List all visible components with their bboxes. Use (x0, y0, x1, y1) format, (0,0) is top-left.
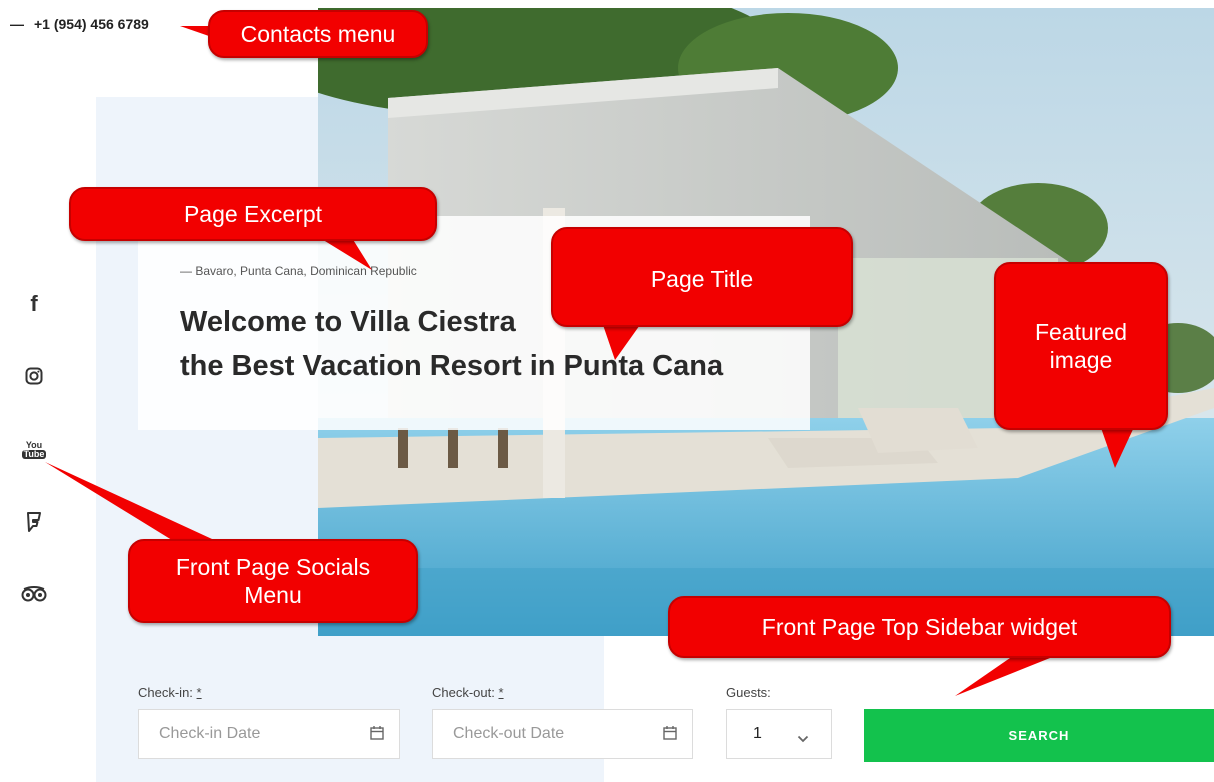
page-title-line-2: the Best Vacation Resort in Punta Cana (180, 350, 724, 382)
contacts-dash: — (10, 16, 24, 32)
contacts-menu[interactable]: — +1 (954) 456 6789 (10, 16, 149, 32)
guests-label: Guests: (726, 685, 771, 700)
callout-featured-image: Featured image (994, 262, 1168, 430)
callout-page-title: Page Title (551, 227, 853, 327)
search-button[interactable]: SEARCH (864, 709, 1214, 762)
page-excerpt: — Bavaro, Punta Cana, Dominican Republic (180, 264, 417, 278)
checkin-input[interactable] (139, 724, 341, 744)
facebook-icon[interactable]: f (18, 290, 50, 318)
guests-select[interactable]: 1 (726, 709, 832, 759)
contacts-phone-link[interactable]: +1 (954) 456 6789 (34, 16, 149, 32)
callout-page-excerpt: Page Excerpt (69, 187, 437, 241)
checkout-label: Check-out: * (432, 685, 504, 700)
checkin-required-mark: * (196, 685, 202, 700)
tripadvisor-icon[interactable] (18, 580, 50, 608)
callout-front-page-top-sidebar-widget: Front Page Top Sidebar widget (668, 596, 1171, 658)
calendar-icon[interactable] (662, 725, 678, 746)
calendar-icon[interactable] (369, 725, 385, 746)
youtube-icon[interactable]: You Tube (18, 436, 50, 464)
checkout-required-mark: * (498, 685, 504, 700)
guests-value: 1 (753, 725, 762, 742)
checkout-field[interactable] (432, 709, 693, 759)
callout-front-page-socials-menu: Front Page Socials Menu (128, 539, 418, 623)
checkout-input[interactable] (433, 724, 635, 744)
checkin-field[interactable] (138, 709, 400, 759)
chevron-down-icon (797, 730, 809, 748)
callout-contacts-menu: Contacts menu (208, 10, 428, 58)
checkin-label: Check-in: * (138, 685, 202, 700)
foursquare-icon[interactable] (18, 508, 50, 536)
instagram-icon[interactable] (18, 362, 50, 390)
